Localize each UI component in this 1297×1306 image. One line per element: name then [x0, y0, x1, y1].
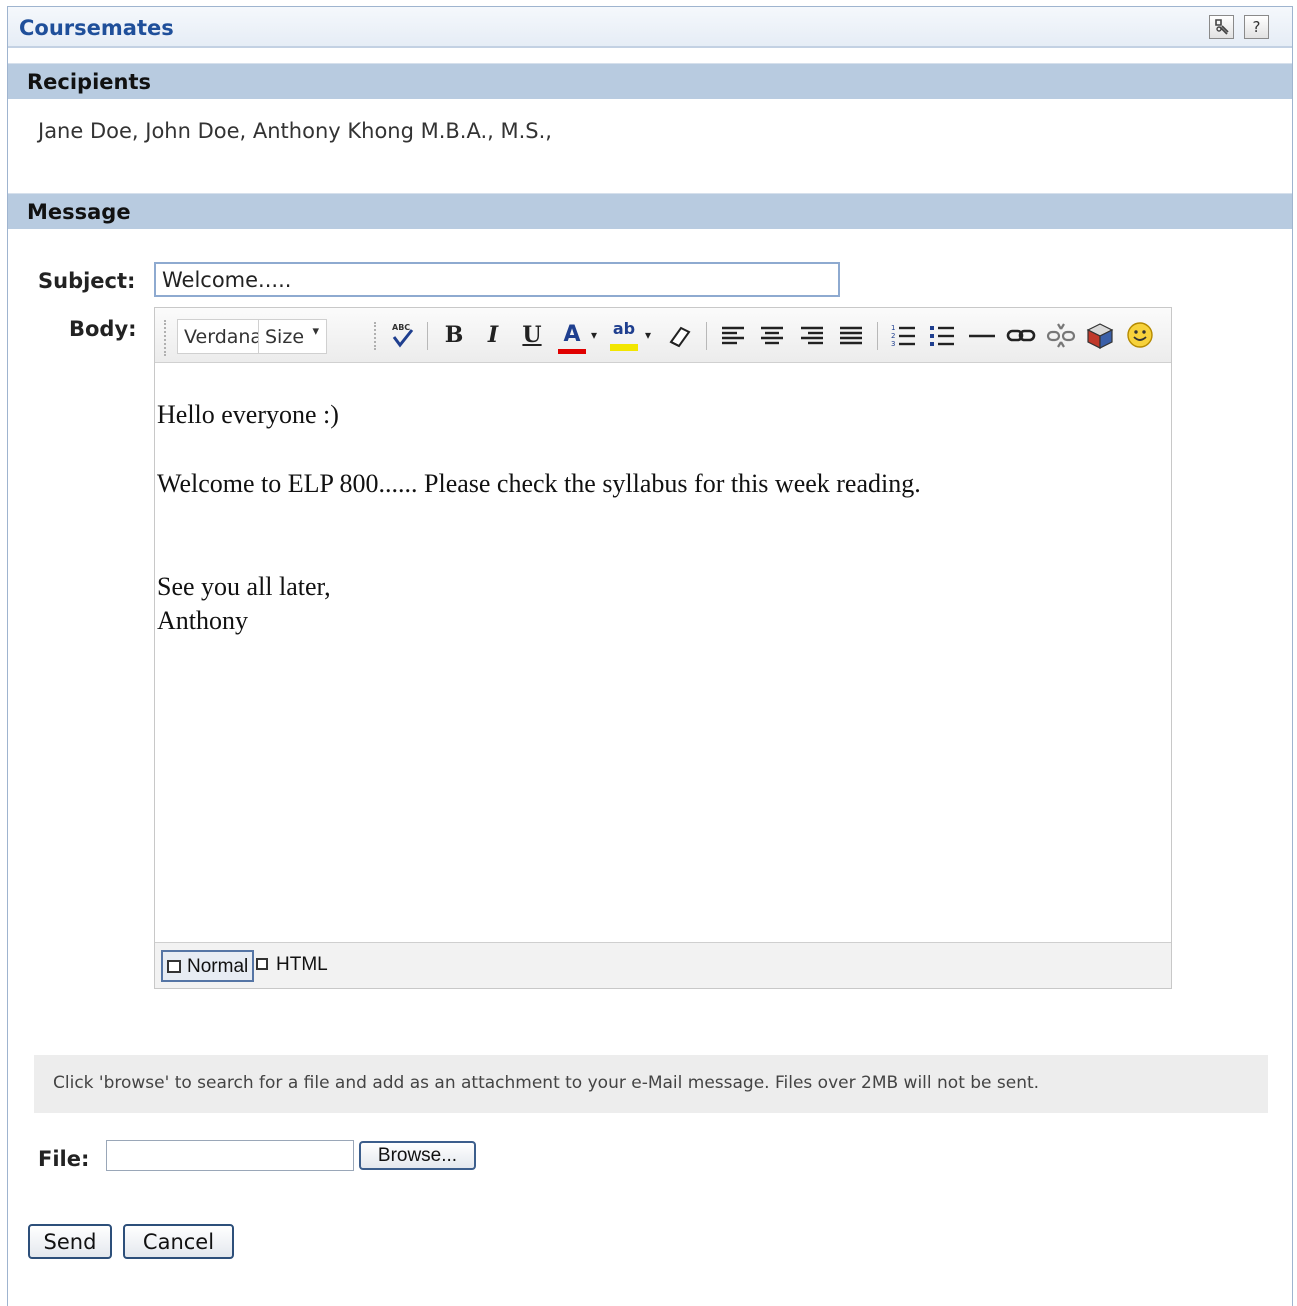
html-mode-icon — [256, 958, 268, 970]
font-color-glyph: A — [563, 322, 581, 347]
numbered-list-icon[interactable]: 123 — [889, 320, 917, 350]
svg-text:ABC: ABC — [392, 323, 410, 332]
body-signature: Anthony — [157, 606, 248, 635]
horizontal-rule-icon[interactable] — [967, 320, 997, 350]
bold-button[interactable]: B — [441, 320, 467, 350]
editor-mode-bar: Normal HTML — [155, 942, 1171, 988]
normal-mode-label: Normal — [187, 956, 249, 977]
recipients-header: Recipients — [8, 63, 1292, 99]
font-family-select[interactable]: Verdana — [184, 326, 258, 348]
html-mode-tab[interactable]: HTML — [252, 950, 332, 982]
highlight-dropdown-icon[interactable]: ▾ — [643, 320, 653, 350]
coursemates-portlet: Coursemates ? Recipients Jane Doe, John … — [7, 6, 1293, 1306]
attachment-note: Click 'browse' to search for a file and … — [34, 1055, 1268, 1113]
body-label: Body: — [69, 317, 137, 341]
font-size-dropdown[interactable]: Size ▾ — [258, 320, 327, 353]
send-button[interactable]: Send — [28, 1224, 112, 1259]
font-size-label: Size — [265, 326, 305, 348]
settings-icon[interactable] — [1209, 15, 1234, 39]
recipients-heading: Recipients — [27, 70, 152, 94]
svg-text:2: 2 — [891, 332, 895, 340]
toolbar-grip-2 — [374, 322, 376, 350]
spellcheck-icon[interactable]: ABC — [389, 320, 417, 350]
subject-input[interactable] — [154, 262, 840, 297]
highlight-swatch — [610, 344, 638, 351]
editor-content[interactable]: Hello everyone :) Welcome to ELP 800....… — [155, 364, 1171, 942]
insert-image-icon[interactable] — [1085, 320, 1115, 350]
message-heading: Message — [27, 200, 131, 224]
normal-mode-tab[interactable]: Normal — [161, 950, 255, 982]
html-mode-label: HTML — [276, 954, 328, 975]
italic-button[interactable]: I — [480, 320, 506, 350]
body-closing: See you all later, — [157, 572, 331, 601]
editor-toolbar: Verdana Size ▾ ABC B I U A ▾ ab ▾ 1 2 3 — [155, 308, 1171, 363]
rich-text-editor: Verdana Size ▾ ABC B I U A ▾ ab ▾ 1 2 3 … — [154, 307, 1172, 989]
message-header: Message — [8, 193, 1292, 229]
file-label: File: — [38, 1147, 90, 1171]
eraser-icon[interactable] — [665, 320, 693, 350]
highlight-glyph: ab — [612, 319, 636, 338]
smiley-icon[interactable] — [1125, 320, 1155, 350]
portlet-titlebar: Coursemates ? — [8, 7, 1292, 48]
cancel-button[interactable]: Cancel — [123, 1224, 234, 1259]
font-color-button[interactable]: A — [557, 320, 587, 354]
help-icon[interactable]: ? — [1244, 15, 1269, 39]
subject-label: Subject: — [38, 269, 136, 293]
toolbar-separator — [877, 322, 878, 350]
unlink-icon[interactable] — [1046, 320, 1076, 350]
align-center-icon[interactable] — [758, 320, 786, 350]
align-left-icon[interactable] — [719, 320, 747, 350]
font-size-select: Verdana Size ▾ — [177, 319, 327, 354]
underline-button[interactable]: U — [519, 320, 545, 350]
chevron-down-icon: ▾ — [312, 324, 319, 339]
svg-text:1: 1 — [891, 324, 895, 332]
body-paragraph: Welcome to ELP 800...... Please check th… — [157, 469, 921, 498]
portlet-title: Coursemates — [19, 16, 174, 40]
toolbar-separator — [706, 322, 707, 350]
recipients-list: Jane Doe, John Doe, Anthony Khong M.B.A.… — [38, 119, 552, 143]
toolbar-grip — [164, 320, 168, 356]
highlight-button[interactable]: ab — [608, 319, 640, 351]
align-justify-icon[interactable] — [837, 320, 865, 350]
align-right-icon[interactable] — [798, 320, 826, 350]
bullet-list-icon[interactable] — [928, 320, 956, 350]
font-color-swatch — [558, 349, 586, 354]
body-greeting: Hello everyone :) — [157, 400, 339, 429]
browse-button[interactable]: Browse... — [359, 1141, 476, 1170]
toolbar-separator — [427, 322, 428, 350]
file-path-input[interactable] — [106, 1140, 354, 1171]
link-icon[interactable] — [1006, 320, 1036, 350]
svg-text:3: 3 — [891, 340, 895, 348]
font-color-dropdown-icon[interactable]: ▾ — [589, 320, 599, 350]
normal-mode-icon — [167, 960, 181, 973]
